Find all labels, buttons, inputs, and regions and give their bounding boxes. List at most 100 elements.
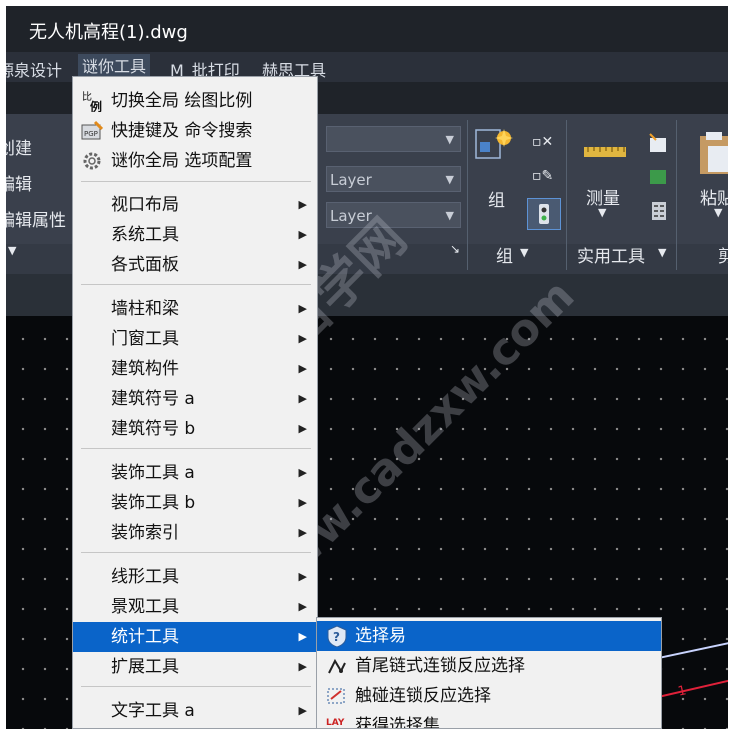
dialog-launcher-icon[interactable]: ↘	[450, 242, 460, 256]
utility-icons[interactable]	[646, 130, 672, 230]
menu-item-decoration-b[interactable]: 装饰工具 b ▶	[73, 488, 317, 518]
menu-item-label: 装饰索引	[111, 523, 179, 543]
submenu-arrow-icon: ▶	[298, 392, 307, 405]
menu-item-viewport-layout[interactable]: 视口布局 ▶	[73, 190, 317, 220]
chevron-down-icon[interactable]: ▼	[714, 206, 722, 219]
menu-item-building-symbols-b[interactable]: 建筑符号 b ▶	[73, 414, 317, 444]
menu-item-extension-tools[interactable]: 扩展工具 ▶	[73, 652, 317, 682]
menu-item-doors-windows[interactable]: 门窗工具 ▶	[73, 324, 317, 354]
menu-item-label: 视口布局	[111, 195, 179, 215]
svg-text:PGP: PGP	[84, 130, 98, 138]
clipboard-icon[interactable]	[696, 128, 728, 180]
submenu-arrow-icon: ▶	[298, 496, 307, 509]
window-title: 无人机高程(1).dwg	[29, 22, 188, 43]
menu-item-label: 扩展工具	[111, 657, 179, 677]
menu-item-label: 线形工具	[111, 567, 179, 587]
ruler-icon[interactable]	[584, 144, 628, 158]
ungroup-icon[interactable]: ▫✕	[532, 134, 553, 150]
chevron-down-icon: ▼	[445, 173, 454, 186]
menu-item-system-tools[interactable]: 系统工具 ▶	[73, 220, 317, 250]
menu-item-building-components[interactable]: 建筑构件 ▶	[73, 354, 317, 384]
menu-item-drawing-scale[interactable]: 比 例 切换全局 绘图比例	[73, 86, 317, 116]
gear-icon	[83, 152, 101, 170]
menu-item-label: 景观工具	[111, 597, 179, 617]
menu-item-label: 文字工具 a	[111, 701, 195, 721]
layer-dropdown-2[interactable]: Layer ▼	[326, 166, 461, 192]
menu-item-label: 统计工具	[111, 627, 179, 647]
menu-item-shortcut-search[interactable]: PGP 快捷键及 命令搜索	[73, 116, 317, 146]
svg-text:?: ?	[333, 630, 340, 644]
menu-item-options-config[interactable]: 谜你全局 选项配置	[73, 146, 317, 176]
group-panel-title[interactable]: 组	[496, 242, 513, 267]
menu-item-decoration-a[interactable]: 装饰工具 a ▶	[73, 458, 317, 488]
ribbon-edit-label[interactable]: 编辑	[6, 170, 32, 195]
group-select-toggle[interactable]	[527, 198, 561, 230]
chain-select-icon	[328, 658, 346, 674]
keyboard-search-icon: PGP	[81, 120, 103, 140]
menu-item-label: 墙柱和梁	[111, 299, 179, 319]
menu-item-linetype-tools[interactable]: 线形工具 ▶	[73, 562, 317, 592]
traffic-light-icon	[539, 204, 549, 224]
menu-item-label: 建筑符号 a	[111, 389, 195, 409]
submenu-arrow-icon: ▶	[298, 660, 307, 673]
menu-item-statistics-tools[interactable]: 统计工具 ▶	[73, 622, 317, 652]
submenu-arrow-icon: ▶	[298, 526, 307, 539]
submenu-arrow-icon: ▶	[298, 630, 307, 643]
lay-icon: LAY	[326, 718, 345, 728]
submenu-arrow-icon: ▶	[298, 570, 307, 583]
menu-item-decoration-index[interactable]: 装饰索引 ▶	[73, 518, 317, 548]
chevron-down-icon[interactable]: ▼	[520, 246, 528, 259]
menu-separator	[81, 686, 311, 687]
ribbon-separator	[566, 120, 567, 270]
menu-separator	[81, 552, 311, 553]
submenu-item-label: 选择易	[355, 626, 406, 646]
menu-item-building-symbols-a[interactable]: 建筑符号 a ▶	[73, 384, 317, 414]
svg-text:LAY: LAY	[326, 718, 345, 728]
menu-separator	[81, 284, 311, 285]
submenu-item-chain-select[interactable]: 首尾链式连锁反应选择	[317, 651, 661, 681]
submenu-item-easy-select[interactable]: ? 选择易	[317, 621, 661, 651]
submenu-item-label: 获得选择集	[355, 716, 440, 729]
utilities-panel-title[interactable]: 实用工具	[577, 242, 645, 267]
submenu-item-touch-select[interactable]: 触碰连锁反应选择	[317, 681, 661, 711]
menu-item-walls-columns[interactable]: 墙柱和梁 ▶	[73, 294, 317, 324]
chevron-down-icon[interactable]: ▼	[598, 206, 606, 219]
menu-yuanquan[interactable]: 源泉设计	[6, 57, 62, 80]
ribbon-edit-attr-label[interactable]: 编辑属性	[6, 206, 66, 231]
canvas-marker-text: 1	[676, 683, 688, 700]
menu-item-label: 建筑符号 b	[111, 419, 196, 439]
group-button-label: 组	[488, 191, 505, 211]
submenu-arrow-icon: ▶	[298, 704, 307, 717]
submenu-item-label: 首尾链式连锁反应选择	[355, 656, 525, 676]
submenu-arrow-icon: ▶	[298, 422, 307, 435]
chevron-down-icon[interactable]: ▼	[658, 246, 666, 259]
title-bar: 无人机高程(1).dwg	[6, 6, 728, 52]
statistics-submenu: ? 选择易 首尾链式连锁反应选择 触碰连锁反应选择 LAY 获得选择集	[316, 617, 662, 729]
menu-item-label: 快捷键及 命令搜索	[111, 121, 253, 141]
menu-item-landscape-tools[interactable]: 景观工具 ▶	[73, 592, 317, 622]
submenu-arrow-icon: ▶	[298, 466, 307, 479]
menu-item-label: 装饰工具 a	[111, 463, 195, 483]
menu-item-label: 谜你全局 选项配置	[111, 151, 253, 171]
touch-select-icon	[327, 688, 345, 704]
menu-separator	[81, 448, 311, 449]
menu-item-text-tools-a[interactable]: 文字工具 a ▶	[73, 696, 317, 726]
layer-dropdown-1[interactable]: ▼	[326, 126, 461, 152]
question-shield-icon: ?	[327, 625, 347, 647]
ribbon-create-label[interactable]: 创建	[6, 134, 32, 159]
submenu-item-get-selection-set[interactable]: LAY 获得选择集	[317, 711, 661, 729]
menu-item-panels[interactable]: 各式面板 ▶	[73, 250, 317, 280]
layer-name: Layer	[330, 171, 372, 189]
menu-item-label: 各式面板	[111, 255, 179, 275]
menu-item-label: 系统工具	[111, 225, 179, 245]
group-edit-icon[interactable]: ▫✎	[532, 168, 553, 184]
panel-chevron-icon[interactable]: ▼	[8, 244, 16, 257]
submenu-item-label: 触碰连锁反应选择	[355, 686, 491, 706]
group-icon	[475, 129, 513, 159]
submenu-arrow-icon: ▶	[298, 362, 307, 375]
group-button[interactable]	[474, 128, 516, 180]
scale-icon: 比 例	[82, 91, 102, 112]
menu-item-label: 切换全局 绘图比例	[111, 91, 253, 111]
ribbon-separator	[467, 120, 468, 270]
mini-tools-dropdown: 比 例 切换全局 绘图比例 PGP 快捷键及 命令搜索 谜你全局 选项配置 视口…	[72, 76, 318, 729]
